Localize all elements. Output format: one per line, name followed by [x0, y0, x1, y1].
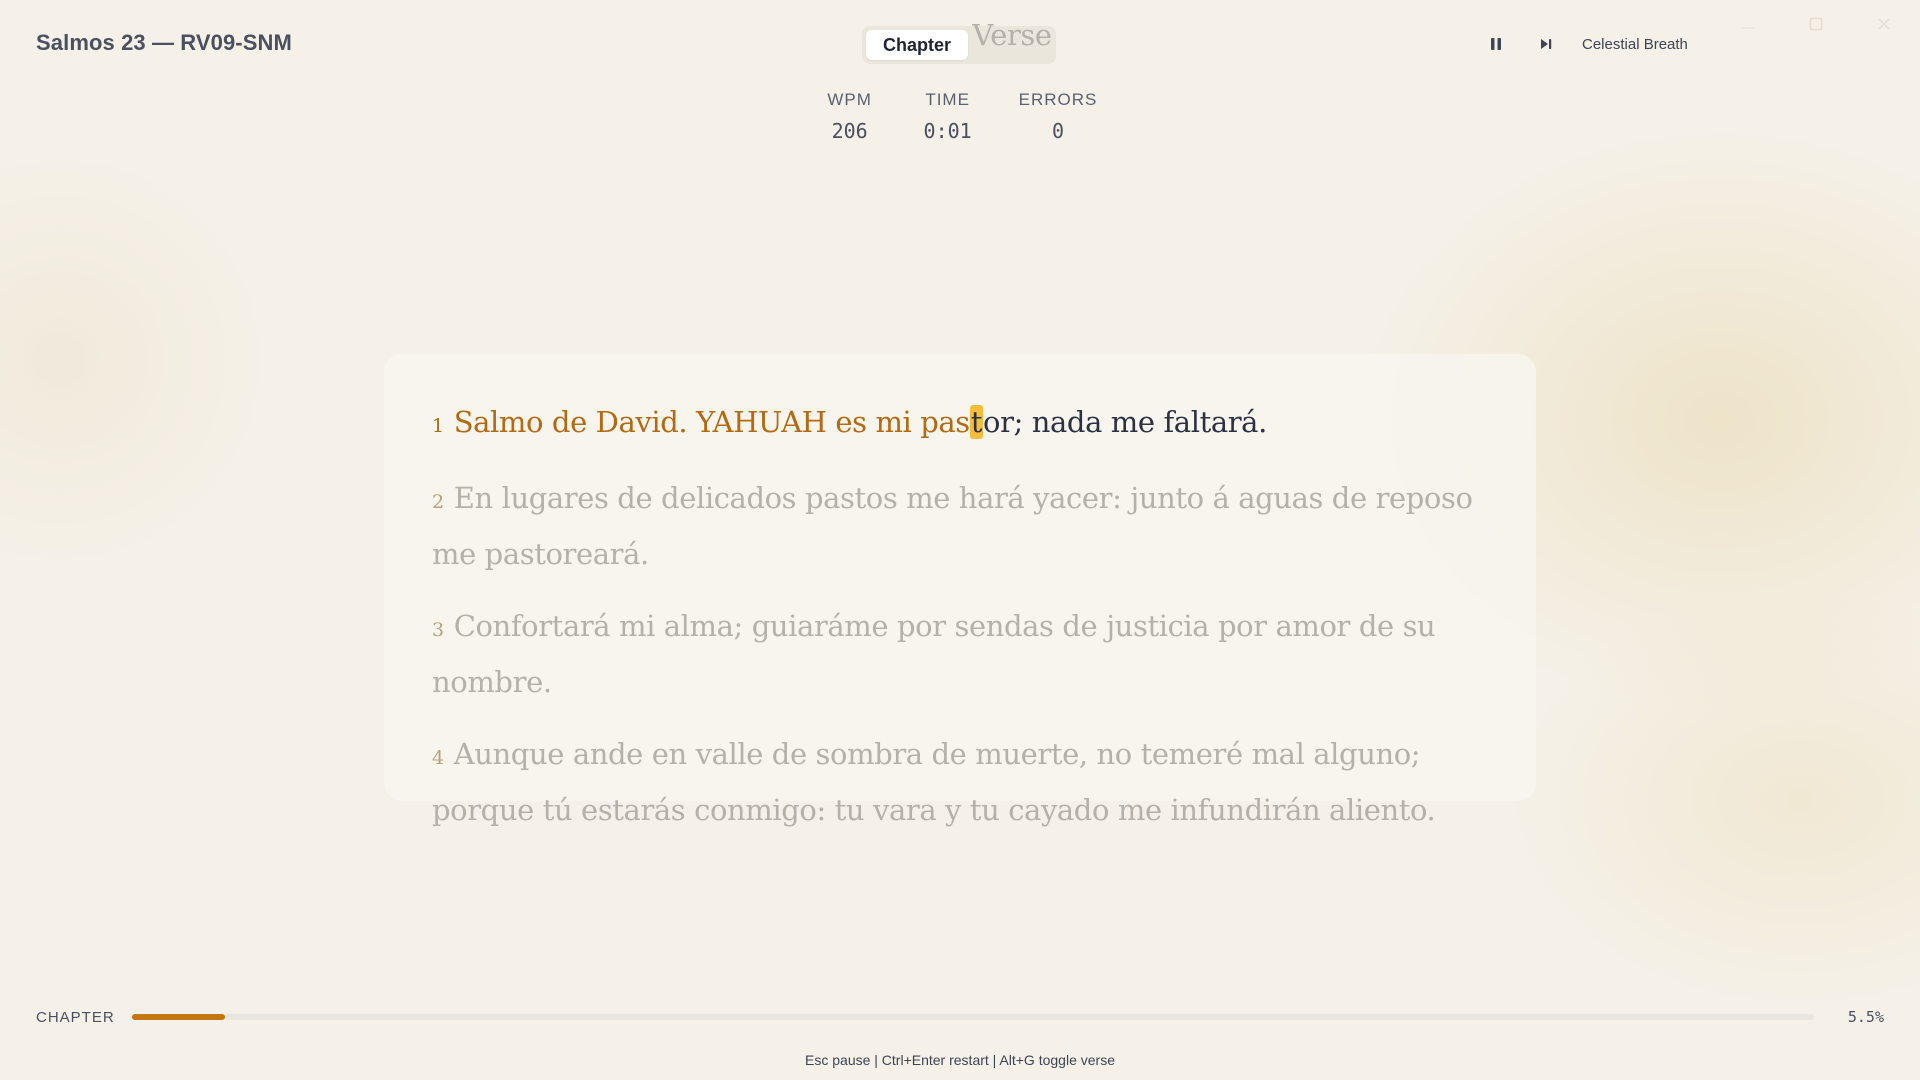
typed-text: Salmo de David. YAHUAH es mi pas	[453, 405, 970, 439]
typing-cursor: t	[969, 405, 984, 439]
music-player: Celestial Breath	[1486, 34, 1688, 54]
mode-toggle: Chapter Verse	[862, 18, 1056, 64]
progress-percent: 5.5%	[1847, 1008, 1884, 1026]
close-icon[interactable]	[1868, 12, 1900, 36]
remaining-text: or; nada me faltará.	[983, 405, 1267, 439]
wpm-stat: WPM 206	[823, 90, 877, 143]
progress-track	[132, 1014, 1814, 1020]
track-name: Celestial Breath	[1582, 35, 1688, 53]
pause-icon[interactable]	[1486, 34, 1506, 54]
progress-label: CHAPTER	[36, 1008, 115, 1026]
typing-passage[interactable]: 1 Salmo de David. YAHUAH es mi pastor; na…	[384, 354, 1536, 827]
verse-number: 2	[432, 491, 444, 513]
time-stat: TIME 0:01	[921, 90, 975, 143]
verse-number: 1	[432, 415, 444, 437]
errors-value: 0	[1051, 119, 1065, 143]
verse-number: 3	[432, 619, 444, 641]
wpm-value: 206	[831, 119, 868, 143]
verse-upcoming: 4 Aunque ande en valle de sombra de muert…	[432, 728, 1488, 836]
wpm-label: WPM	[827, 90, 872, 109]
minimize-icon[interactable]	[1732, 12, 1764, 36]
verse-number: 4	[432, 747, 444, 769]
errors-stat: ERRORS 0	[1019, 90, 1098, 143]
errors-label: ERRORS	[1018, 90, 1098, 109]
verse-mode-button[interactable]: Verse	[972, 18, 1052, 52]
maximize-icon[interactable]	[1800, 12, 1832, 36]
time-label: TIME	[925, 90, 970, 109]
verse-text: En lugares de delicados pastos me hará y…	[432, 481, 1473, 571]
verse-text: Aunque ande en valle de sombra de muerte…	[432, 737, 1436, 827]
time-value: 0:01	[923, 119, 972, 143]
verse-upcoming: 3 Confortará mi alma; guiaráme por sendas…	[432, 600, 1488, 708]
chapter-mode-button[interactable]: Chapter	[866, 30, 968, 60]
chapter-progress: CHAPTER 5.5%	[36, 1008, 1884, 1026]
verse-text: Confortará mi alma; guiaráme por sendas …	[432, 609, 1436, 699]
window-controls	[1732, 12, 1900, 36]
verse-upcoming: 2 En lugares de delicados pastos me hará …	[432, 472, 1488, 580]
keyboard-hints: Esc pause | Ctrl+Enter restart | Alt+G t…	[805, 1052, 1115, 1068]
verse-current: 1 Salmo de David. YAHUAH es mi pastor; na…	[432, 396, 1488, 452]
app-title: Salmos 23 — RV09-SNM	[36, 30, 292, 55]
progress-fill	[132, 1014, 225, 1020]
stats-bar: WPM 206 TIME 0:01 ERRORS 0	[0, 90, 1920, 143]
skip-forward-icon[interactable]	[1536, 34, 1556, 54]
